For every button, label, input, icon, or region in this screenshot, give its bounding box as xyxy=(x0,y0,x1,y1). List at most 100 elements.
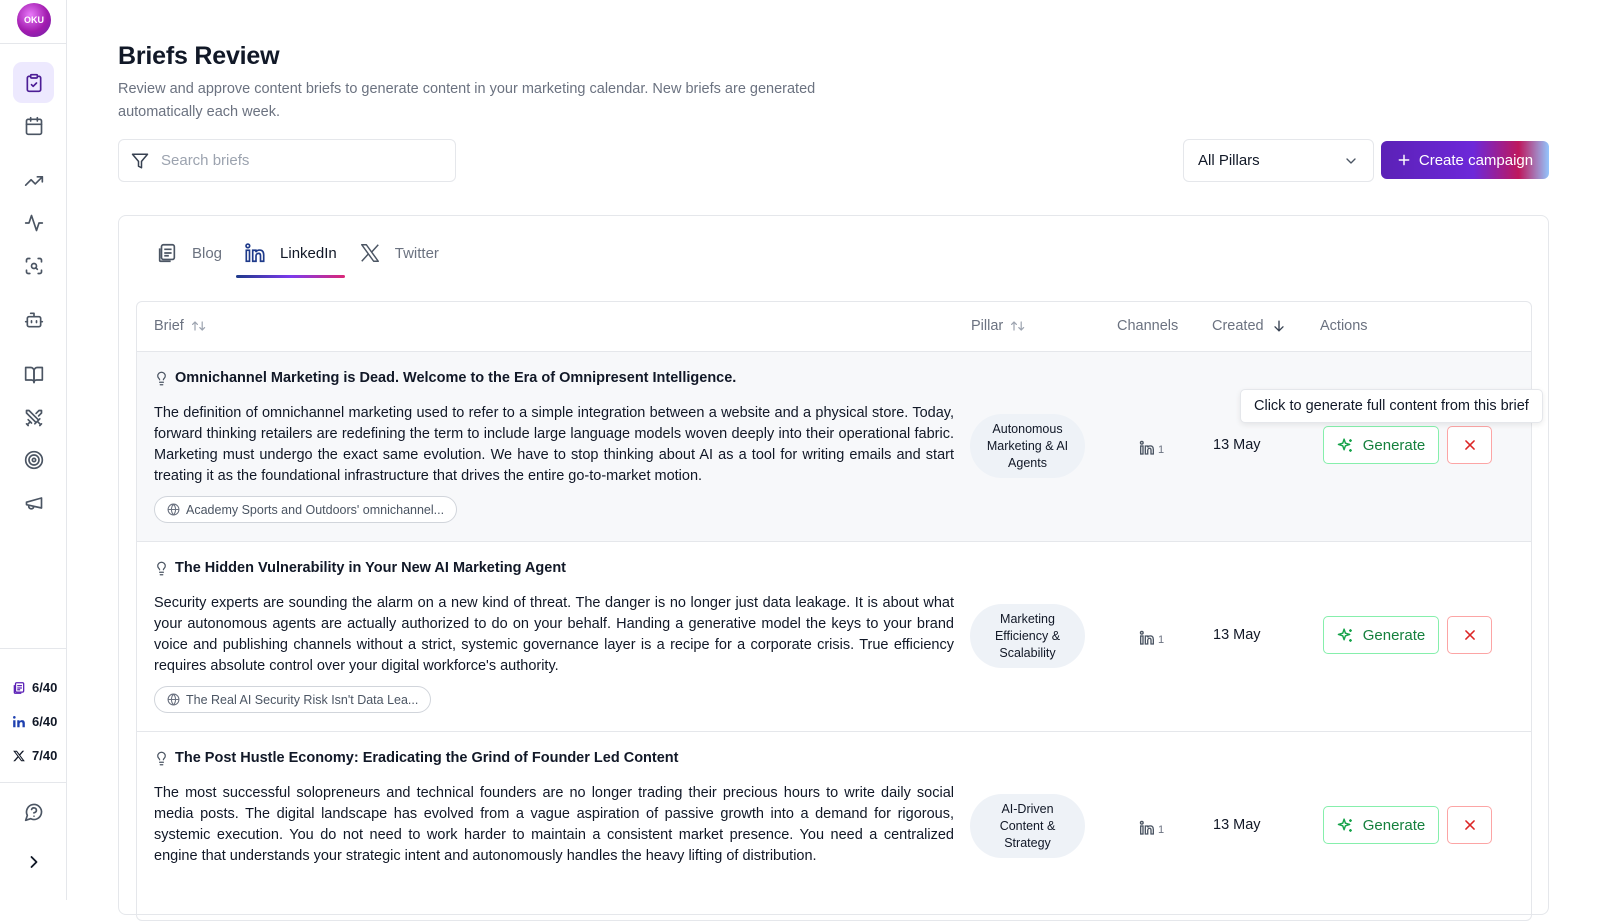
page-description: Review and approve content briefs to gen… xyxy=(118,81,816,120)
quota-blog: 6/40 xyxy=(12,680,57,695)
search-input[interactable] xyxy=(161,152,421,169)
reject-button[interactable] xyxy=(1447,616,1492,654)
generate-button[interactable]: Generate xyxy=(1323,806,1439,844)
tab-blog[interactable]: Blog xyxy=(148,234,230,272)
column-brief[interactable]: Brief xyxy=(154,318,207,334)
globe-icon xyxy=(167,693,180,706)
create-campaign-label: Create campaign xyxy=(1418,151,1534,169)
brief-title-text: The Post Hustle Economy: Eradicating the… xyxy=(175,750,679,766)
create-campaign-button[interactable]: Create campaign xyxy=(1381,141,1549,179)
pillar-filter-select[interactable]: All Pillars xyxy=(1183,139,1374,182)
blog-icon xyxy=(13,681,25,694)
brief-title: Omnichannel Marketing is Dead. Welcome t… xyxy=(154,370,736,386)
swords-icon xyxy=(25,409,42,426)
sidebar-item-agents[interactable] xyxy=(13,299,54,340)
x-icon xyxy=(13,750,25,761)
tab-linkedin-label: LinkedIn xyxy=(280,244,337,262)
help-circle-icon xyxy=(24,803,42,821)
channel-count: 1 xyxy=(1138,630,1164,646)
generate-button[interactable]: Generate xyxy=(1323,616,1439,654)
lightbulb-icon xyxy=(157,561,166,575)
globe-icon xyxy=(167,503,180,516)
reject-button[interactable] xyxy=(1447,806,1492,844)
column-created[interactable]: Created xyxy=(1212,318,1287,334)
sidebar-divider xyxy=(0,648,67,649)
pillar-badge: Autonomous Marketing & AI Agents xyxy=(970,414,1085,478)
filter-icon xyxy=(131,153,149,168)
generate-tooltip: Click to generate full content from this… xyxy=(1240,389,1543,423)
generate-button-label: Generate xyxy=(1362,626,1426,644)
sparkles-icon xyxy=(1337,437,1352,452)
channel-count: 1 xyxy=(1138,440,1164,456)
brief-title-text: Omnichannel Marketing is Dead. Welcome t… xyxy=(175,370,737,386)
reject-button[interactable] xyxy=(1447,426,1492,464)
target-icon xyxy=(24,450,43,469)
pillar-badge: AI-Driven Content & Strategy xyxy=(970,794,1085,858)
expand-sidebar-button[interactable] xyxy=(13,841,54,882)
source-chip-label: Academy Sports and Outdoors' omnichannel… xyxy=(186,502,445,517)
sidebar-item-activity[interactable] xyxy=(13,202,54,243)
lightbulb-icon xyxy=(157,751,166,765)
linkedin-icon xyxy=(1139,440,1154,455)
generate-button-label: Generate xyxy=(1362,436,1426,454)
close-icon xyxy=(1464,630,1475,640)
book-open-icon xyxy=(24,366,43,383)
app-logo[interactable]: OKU xyxy=(17,3,51,37)
bot-icon xyxy=(24,312,43,327)
briefs-card: Blog LinkedIn Twitter Brief Pillar Chann… xyxy=(118,215,1549,921)
created-date: 13 May xyxy=(1213,817,1261,833)
table-row[interactable]: Omnichannel Marketing is Dead. Welcome t… xyxy=(137,352,1531,542)
sidebar-item-scan[interactable] xyxy=(13,245,54,286)
sort-icon xyxy=(1011,321,1025,331)
channel-count-value: 1 xyxy=(1158,824,1165,836)
column-pillar-label: Pillar xyxy=(971,318,1004,334)
plus-icon xyxy=(1398,154,1410,166)
close-icon xyxy=(1464,440,1475,450)
column-channels: Channels xyxy=(1117,318,1178,334)
brief-title-text: The Hidden Vulnerability in Your New AI … xyxy=(175,560,567,576)
sidebar-divider xyxy=(0,782,67,783)
channel-count-value: 1 xyxy=(1158,634,1165,646)
sidebar-item-goals[interactable] xyxy=(13,439,54,480)
tab-linkedin[interactable]: LinkedIn xyxy=(236,234,345,278)
help-button[interactable] xyxy=(13,791,54,832)
tab-twitter[interactable]: Twitter xyxy=(351,234,447,272)
source-chip-label: The Real AI Security Risk Isn't Data Lea… xyxy=(186,692,419,707)
scan-search-icon xyxy=(25,257,42,274)
search-box[interactable] xyxy=(118,139,456,182)
generate-button-label: Generate xyxy=(1362,816,1426,834)
pillar-filter-value: All Pillars xyxy=(1198,152,1260,169)
sidebar: OKU 6/40 6/40 7/40 xyxy=(0,0,67,900)
column-channels-label: Channels xyxy=(1117,318,1179,334)
brief-title: The Hidden Vulnerability in Your New AI … xyxy=(154,560,566,576)
tab-twitter-label: Twitter xyxy=(394,244,439,262)
column-brief-label: Brief xyxy=(154,318,184,334)
quota-blog-value: 6/40 xyxy=(32,680,58,695)
trending-up-icon xyxy=(24,175,43,186)
tab-blog-label: Blog xyxy=(192,244,223,262)
column-pillar[interactable]: Pillar xyxy=(971,318,1026,334)
linkedin-icon xyxy=(245,243,265,263)
sidebar-item-tools[interactable] xyxy=(13,397,54,438)
sidebar-item-library[interactable] xyxy=(13,354,54,395)
table-row[interactable]: The Post Hustle Economy: Eradicating the… xyxy=(137,732,1531,920)
linkedin-icon xyxy=(13,715,25,727)
channel-tabs: Blog LinkedIn Twitter xyxy=(148,234,453,278)
generate-button[interactable]: Generate xyxy=(1323,426,1439,464)
channel-count-value: 1 xyxy=(1158,444,1165,456)
sidebar-divider xyxy=(0,43,67,44)
column-actions: Actions xyxy=(1320,318,1368,334)
created-date: 13 May xyxy=(1213,627,1261,643)
linkedin-icon xyxy=(1139,820,1154,835)
calendar-icon xyxy=(25,116,42,135)
quota-twitter-value: 7/40 xyxy=(32,748,58,763)
table-row[interactable]: The Hidden Vulnerability in Your New AI … xyxy=(137,542,1531,732)
sidebar-item-briefs[interactable] xyxy=(13,62,54,103)
source-chip[interactable]: Academy Sports and Outdoors' omnichannel… xyxy=(154,496,458,523)
source-chip[interactable]: The Real AI Security Risk Isn't Data Lea… xyxy=(154,686,432,713)
sidebar-item-calendar[interactable] xyxy=(13,105,54,146)
chevron-down-icon xyxy=(1346,157,1356,164)
sidebar-item-campaigns[interactable] xyxy=(13,482,54,523)
main-content: Briefs Review Review and approve content… xyxy=(67,0,1600,921)
sidebar-item-trends[interactable] xyxy=(13,160,54,201)
